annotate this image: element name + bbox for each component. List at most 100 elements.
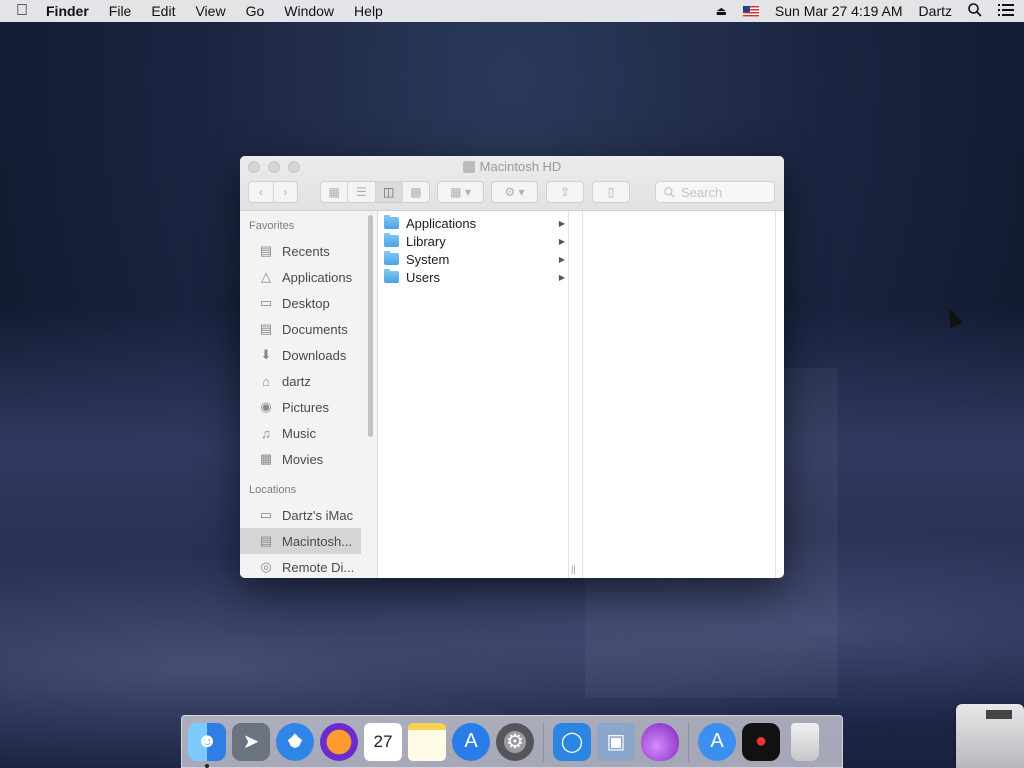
dock-firefox-icon[interactable] xyxy=(320,722,358,761)
folder-applications-icon xyxy=(384,215,399,229)
sidebar-item-label: dartz xyxy=(282,373,311,389)
menu-app-name[interactable]: Finder xyxy=(46,3,89,19)
window-title-text: Macintosh HD xyxy=(479,159,562,174)
dock-launchpad-icon[interactable]: ➤ xyxy=(232,722,270,761)
home-icon: ⌂ xyxy=(262,373,270,389)
menu-file[interactable]: File xyxy=(109,3,132,19)
dock: ☻ ➤ ❖ 27 A ⚙ ◯ ▣ A ● xyxy=(181,715,843,768)
disc-icon: ◎ xyxy=(260,559,272,574)
sidebar-item-documents[interactable]: ▤ Documents xyxy=(240,316,377,342)
dock-trash-icon[interactable] xyxy=(791,722,819,761)
search-icon xyxy=(664,186,675,198)
apple-menu-icon[interactable]:  xyxy=(16,2,28,20)
dock-potion-icon[interactable] xyxy=(641,722,679,761)
sidebar-item-label: Remote Di... xyxy=(282,559,355,575)
sidebar-item-imac[interactable]: ▭ Dartz's iMac xyxy=(240,502,377,528)
favorites-heading: Favorites xyxy=(249,220,295,232)
folder-users-icon xyxy=(384,269,399,283)
share-button[interactable]: ⇧ xyxy=(546,181,584,203)
menu-edit[interactable]: Edit xyxy=(151,3,175,19)
sidebar-item-label: Desktop xyxy=(282,295,330,311)
window-title: Macintosh HD xyxy=(240,159,784,174)
sidebar-item-applications[interactable]: △ Applications xyxy=(240,264,377,290)
dock-preview-icon[interactable]: ▣ xyxy=(597,722,635,761)
menu-window[interactable]: Window xyxy=(284,3,334,19)
dock-finder-icon[interactable]: ☻ xyxy=(188,722,226,768)
dock-separator xyxy=(543,721,544,762)
nav-buttons: ‹ › xyxy=(248,181,298,203)
sidebar-item-remote-disc[interactable]: ◎ Remote Di... xyxy=(240,554,377,578)
documents-icon: ▤ xyxy=(259,321,273,336)
search-icon[interactable] xyxy=(968,2,982,20)
us-flag-icon[interactable] xyxy=(742,5,759,17)
menu-help[interactable]: Help xyxy=(354,3,383,19)
dock-notes-icon[interactable] xyxy=(408,722,446,761)
sidebar-item-desktop[interactable]: ▭ Desktop xyxy=(240,290,377,316)
dock-safari-icon[interactable]: ❖ xyxy=(276,722,314,761)
sidebar-item-label: Downloads xyxy=(282,347,347,363)
sidebar-item-macintosh-hd[interactable]: ▤ Macintosh... xyxy=(240,528,361,554)
column-view-icon[interactable]: ◫ xyxy=(375,182,403,202)
icon-view-icon[interactable]: ▦ xyxy=(321,182,349,202)
group-button[interactable]: ▦ ▾ xyxy=(437,181,484,203)
disclosure-arrow-icon: ▶ xyxy=(558,254,565,264)
film-icon: ▦ xyxy=(259,451,273,466)
list-icon[interactable] xyxy=(998,3,1014,19)
list-item-applications[interactable]: Applications ▶ xyxy=(378,214,568,232)
user-name[interactable]: Dartz xyxy=(919,3,952,19)
menu-bar:  Finder File Edit View Go Window Help ⏏… xyxy=(0,0,1024,22)
music-icon: ♫ xyxy=(261,425,271,441)
hard-drive-icon: ▤ xyxy=(259,533,273,548)
menu-go[interactable]: Go xyxy=(246,3,265,19)
clock[interactable]: Sun Mar 27 4:19 AM xyxy=(775,3,903,19)
column-empty xyxy=(582,211,776,578)
forward-button[interactable]: › xyxy=(274,182,298,202)
imac-icon: ▭ xyxy=(259,507,273,522)
desktop-hard-drive-icon[interactable] xyxy=(956,704,1024,768)
action-button[interactable]: ⚙ ▾ xyxy=(491,181,538,203)
tag-icon: ▯ xyxy=(607,185,615,199)
dock-app-store-icon[interactable]: A xyxy=(452,722,490,761)
share-icon: ⇧ xyxy=(559,185,571,199)
column-resize-handle[interactable]: || xyxy=(571,564,576,574)
list-item-library[interactable]: Library ▶ xyxy=(378,232,568,250)
sidebar-item-label: Pictures xyxy=(282,399,329,415)
sidebar-scrollbar[interactable] xyxy=(368,215,373,437)
menu-extras: ⏏ Sun Mar 27 4:19 AM Dartz xyxy=(716,2,1014,20)
search-field[interactable]: Search xyxy=(655,181,775,203)
dock-system-preferences-icon[interactable]: ⚙ xyxy=(496,722,534,761)
search-placeholder: Search xyxy=(681,184,723,200)
finder-window: Macintosh HD ‹ › ▦ ☰ ◫ ▩ ▦ ▾ ⚙ ▾ ⇧ ▯ Sea… xyxy=(240,156,784,578)
sidebar-item-label: Movies xyxy=(282,451,324,467)
sidebar-item-home[interactable]: ⌂ dartz xyxy=(240,368,377,394)
list-item-users[interactable]: Users ▶ xyxy=(378,268,568,286)
list-item-label: Library xyxy=(406,233,446,249)
sidebar-item-music[interactable]: ♫ Music xyxy=(240,420,377,446)
sidebar-item-recents[interactable]: ▤ Recents xyxy=(240,238,377,264)
sidebar-item-label: Recents xyxy=(282,243,330,259)
menu-view[interactable]: View xyxy=(195,3,225,19)
folder-library-icon xyxy=(384,233,399,247)
tags-button[interactable]: ▯ xyxy=(592,181,630,203)
sidebar-item-downloads[interactable]: ⬇ Downloads xyxy=(240,342,377,368)
list-item-system[interactable]: System ▶ xyxy=(378,250,568,268)
sidebar-item-pictures[interactable]: ◉ Pictures xyxy=(240,394,377,420)
dock-proxyman-icon[interactable]: ◯ xyxy=(553,722,591,761)
drive-label-plate xyxy=(986,710,1012,719)
dock-calendar-icon[interactable]: 27 xyxy=(364,722,402,761)
sidebar-item-label: Applications xyxy=(282,269,353,285)
camera-icon: ◉ xyxy=(260,399,272,414)
gallery-view-icon[interactable]: ▩ xyxy=(403,182,429,202)
sidebar-item-movies[interactable]: ▦ Movies xyxy=(240,446,377,472)
list-item-label: Users xyxy=(406,269,440,285)
disclosure-arrow-icon: ▶ xyxy=(558,236,565,246)
title-bar: Macintosh HD ‹ › ▦ ☰ ◫ ▩ ▦ ▾ ⚙ ▾ ⇧ ▯ Sea… xyxy=(240,156,784,211)
back-button[interactable]: ‹ xyxy=(249,182,274,202)
dock-separator xyxy=(688,721,689,762)
dock-app-store-downloads-icon[interactable]: A xyxy=(698,722,736,761)
list-view-icon[interactable]: ☰ xyxy=(348,182,376,202)
hard-drive-icon xyxy=(462,161,475,173)
eject-icon[interactable]: ⏏ xyxy=(716,4,727,18)
sidebar-item-label: Macintosh... xyxy=(282,533,353,549)
dock-stopwatch-icon[interactable]: ● xyxy=(742,722,780,761)
